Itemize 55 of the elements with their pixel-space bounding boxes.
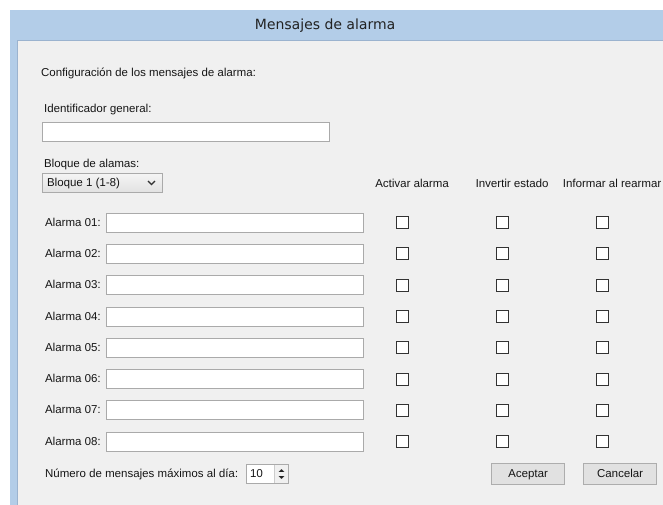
checkbox[interactable] bbox=[596, 216, 608, 230]
field-label: Bloque de alamas: bbox=[44, 158, 140, 170]
alarm-message-field[interactable] bbox=[106, 275, 364, 296]
checkbox[interactable] bbox=[396, 404, 408, 417]
checkbox[interactable] bbox=[496, 216, 508, 230]
checkbox[interactable] bbox=[596, 247, 608, 260]
alarm-message-field[interactable] bbox=[106, 432, 364, 452]
field-label: Identificador general: bbox=[44, 103, 152, 115]
checkbox[interactable] bbox=[496, 372, 508, 386]
alarm-label: Alarma 06: bbox=[45, 373, 102, 386]
checkbox[interactable] bbox=[496, 341, 508, 354]
window-title: Mensajes de alarma bbox=[254, 17, 396, 33]
alarm-message-field[interactable] bbox=[106, 244, 364, 264]
checkbox[interactable] bbox=[596, 404, 608, 417]
column-header: Invertir estado bbox=[474, 178, 550, 192]
checkbox[interactable] bbox=[496, 435, 508, 448]
alarm-label: Alarma 03: bbox=[45, 279, 102, 292]
max-messages-spinner[interactable]: 10 bbox=[246, 464, 290, 484]
field-label: Número de mensajes máximos al día: bbox=[45, 468, 238, 480]
checkbox[interactable] bbox=[496, 404, 508, 417]
checkbox[interactable] bbox=[596, 372, 608, 386]
checkbox[interactable] bbox=[396, 216, 408, 230]
alarm-message-field[interactable] bbox=[106, 338, 364, 358]
column-header: Activar alarma bbox=[374, 178, 450, 192]
checkbox[interactable] bbox=[396, 435, 408, 448]
spin-arrows-icon bbox=[277, 467, 286, 482]
chevron-down-icon bbox=[147, 180, 156, 186]
alarm-label: Alarma 02: bbox=[45, 248, 102, 260]
alarm-message-field[interactable] bbox=[106, 400, 364, 420]
alarm-message-field[interactable] bbox=[106, 212, 364, 233]
alarm-label: Alarma 05: bbox=[45, 342, 102, 354]
alarm-label: Alarma 04: bbox=[45, 310, 102, 323]
checkbox[interactable] bbox=[396, 278, 408, 292]
dialog-button[interactable]: Aceptar bbox=[491, 463, 565, 486]
checkbox[interactable] bbox=[496, 247, 508, 260]
alarm-label: Alarma 07: bbox=[45, 404, 102, 416]
checkbox[interactable] bbox=[596, 310, 608, 324]
dialog-button[interactable]: Cancelar bbox=[583, 463, 657, 486]
checkbox[interactable] bbox=[396, 372, 408, 386]
checkbox[interactable] bbox=[496, 278, 508, 292]
checkbox[interactable] bbox=[596, 435, 608, 448]
block-dropdown[interactable]: Bloque 1 (1-8) bbox=[42, 173, 163, 193]
alarm-message-field[interactable] bbox=[106, 306, 364, 327]
checkbox[interactable] bbox=[396, 247, 408, 260]
checkbox[interactable] bbox=[396, 341, 408, 354]
checkbox[interactable] bbox=[396, 310, 408, 324]
checkbox[interactable] bbox=[596, 341, 608, 354]
alarm-label: Alarma 01: bbox=[45, 216, 102, 229]
column-header: Informar al rearmar bbox=[562, 178, 662, 192]
checkbox[interactable] bbox=[596, 278, 608, 292]
alarm-label: Alarma 08: bbox=[45, 436, 102, 448]
section-heading: Configuración de los mensajes de alarma: bbox=[41, 67, 256, 79]
identifier-field[interactable] bbox=[42, 122, 330, 142]
alarm-message-field[interactable] bbox=[106, 369, 364, 390]
checkbox[interactable] bbox=[496, 310, 508, 324]
